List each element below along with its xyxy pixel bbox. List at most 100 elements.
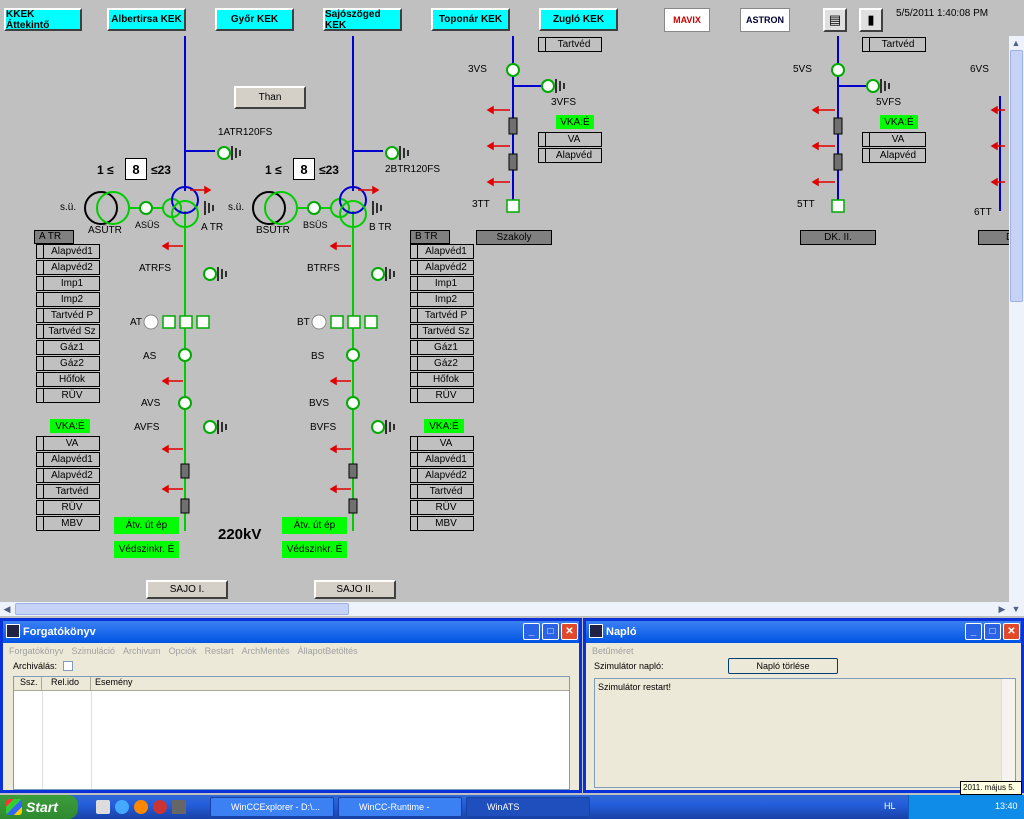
sajo-2-button[interactable]: SAJO II.	[314, 580, 396, 599]
maximize-icon[interactable]: □	[984, 623, 1001, 640]
vka-b-item[interactable]: RÜV	[410, 500, 474, 515]
nav-sajoszoged[interactable]: Sajószöged KEK	[323, 8, 402, 31]
btr-stack-item[interactable]: Tartvéd P	[410, 308, 474, 323]
log-textarea[interactable]: Szimulátor restart!	[594, 678, 1016, 788]
atr-stack-item-label: Imp1	[60, 278, 84, 289]
task-winats[interactable]: WinATS	[466, 797, 590, 817]
firefox-icon[interactable]	[134, 800, 148, 814]
label-bs: BS	[311, 351, 325, 362]
quicklaunch-icon[interactable]	[172, 800, 186, 814]
atr-stack-item[interactable]: Hőfok	[36, 372, 100, 387]
col-relido[interactable]: Rel.ido	[42, 677, 91, 690]
vertical-scrollbar[interactable]: ▲ ▼	[1009, 36, 1024, 616]
clock[interactable]: 13:40	[995, 801, 1018, 811]
scroll-right-icon[interactable]: ▶	[995, 602, 1009, 616]
task-wincc-runtime[interactable]: WinCC-Runtime -	[338, 797, 462, 817]
btr-stack-item[interactable]: Gáz2	[410, 356, 474, 371]
tartved-5-top[interactable]: Tartvéd	[862, 37, 926, 52]
vka-a-item[interactable]: VA	[36, 436, 100, 451]
btr-stack-item[interactable]: Alapvéd2	[410, 260, 474, 275]
atr-stack-item[interactable]: Tartvéd Sz	[36, 324, 100, 339]
nav-zuglo[interactable]: Zugló KEK	[539, 8, 618, 31]
vka-a-item[interactable]: Tartvéd	[36, 484, 100, 499]
menu-item[interactable]: Forgatókönyv	[9, 646, 64, 656]
btr-stack-item[interactable]: Alapvéd1	[410, 244, 474, 259]
task-wincc-explorer[interactable]: WinCCExplorer - D:\...	[210, 797, 334, 817]
vka-b-item[interactable]: VA	[410, 436, 474, 451]
media-player-icon[interactable]	[153, 800, 167, 814]
show-desktop-icon[interactable]	[96, 800, 110, 814]
scroll-left-icon[interactable]: ◀	[0, 602, 14, 616]
btr-stack-item[interactable]: Gáz1	[410, 340, 474, 355]
menu-item[interactable]: Archivum	[123, 646, 161, 656]
tap-a-value[interactable]: 8	[125, 158, 147, 180]
minimize-icon[interactable]: _	[523, 623, 540, 640]
label-bvfs: BVFS	[310, 422, 337, 433]
close-icon[interactable]: ✕	[561, 623, 578, 640]
atr-stack-item[interactable]: Gáz2	[36, 356, 100, 371]
exit-door-icon[interactable]: ▮	[859, 8, 883, 32]
atr-stack-item[interactable]: RÜV	[36, 388, 100, 403]
vka-3-item[interactable]: VA	[538, 132, 602, 147]
atr-stack-item[interactable]: Imp1	[36, 276, 100, 291]
menu-item[interactable]: ArchMentés	[242, 646, 290, 656]
bay-dk-button[interactable]: DK. II.	[800, 230, 876, 245]
vka-b-item[interactable]: Alapvéd1	[410, 452, 474, 467]
btr-stack-item[interactable]: Imp2	[410, 292, 474, 307]
nav-toponar[interactable]: Toponár KEK	[431, 8, 510, 31]
menu-item[interactable]: Restart	[205, 646, 234, 656]
start-button[interactable]: Start	[0, 795, 78, 819]
naplo-torlese-button[interactable]: Napló törlése	[728, 658, 838, 674]
vertical-scroll-thumb[interactable]	[1010, 50, 1023, 302]
archivalas-checkbox[interactable]	[63, 661, 74, 671]
printer-icon[interactable]: ▤	[823, 8, 847, 32]
nav-kkek-attekinto[interactable]: KKEK Áttekintő	[4, 8, 82, 31]
vka-a-item[interactable]: MBV	[36, 516, 100, 531]
vka-3-item[interactable]: Alapvéd	[538, 148, 602, 163]
maximize-icon[interactable]: □	[542, 623, 559, 640]
than-button[interactable]: Than	[234, 86, 306, 109]
atr-stack-item[interactable]: Alapvéd1	[36, 244, 100, 259]
ie-icon[interactable]	[115, 800, 129, 814]
vka-b-item[interactable]: Tartvéd	[410, 484, 474, 499]
atr-stack-item[interactable]: Tartvéd P	[36, 308, 100, 323]
atr-stack-item[interactable]: Gáz1	[36, 340, 100, 355]
bay-d-button[interactable]: D	[978, 230, 1011, 245]
nav-albertirsa[interactable]: Albertirsa KEK	[107, 8, 186, 31]
vka-a-item[interactable]: Alapvéd2	[36, 468, 100, 483]
col-esemeny[interactable]: Esemény	[91, 677, 569, 690]
vka-b-item[interactable]: Alapvéd2	[410, 468, 474, 483]
vka-a-item[interactable]: RÜV	[36, 500, 100, 515]
sajo-1-button[interactable]: SAJO I.	[146, 580, 228, 599]
atr-stack-item[interactable]: Alapvéd2	[36, 260, 100, 275]
close-icon[interactable]: ✕	[1003, 623, 1020, 640]
vka-a-item[interactable]: Alapvéd1	[36, 452, 100, 467]
forgatokonyv-titlebar[interactable]: Forgatókönyv _ □ ✕	[3, 621, 579, 643]
log-scrollbar[interactable]	[1001, 679, 1015, 787]
scroll-up-icon[interactable]: ▲	[1009, 36, 1023, 50]
tartved-3-top[interactable]: Tartvéd	[538, 37, 602, 52]
label-6vs: 6VS	[970, 64, 989, 75]
naplo-titlebar[interactable]: Napló _ □ ✕	[586, 621, 1021, 643]
btr-stack-item[interactable]: Hőfok	[410, 372, 474, 387]
vka-5-item[interactable]: Alapvéd	[862, 148, 926, 163]
atr-stack-item[interactable]: Imp2	[36, 292, 100, 307]
bay-szakoly-button[interactable]: Szakoly	[476, 230, 552, 245]
tap-b-value[interactable]: 8	[293, 158, 315, 180]
btr-stack-item[interactable]: RÜV	[410, 388, 474, 403]
menu-item[interactable]: ÁllapotBetöltés	[298, 646, 358, 656]
menu-item[interactable]: Opciók	[169, 646, 197, 656]
horizontal-scroll-thumb[interactable]	[15, 603, 349, 615]
nav-gyor[interactable]: Győr KEK	[215, 8, 294, 31]
language-indicator[interactable]: HL	[884, 801, 896, 811]
menu-betumeret[interactable]: Betűméret	[592, 646, 634, 656]
col-ssz[interactable]: Ssz.	[14, 677, 42, 690]
scroll-down-icon[interactable]: ▼	[1009, 602, 1023, 616]
btr-stack-item[interactable]: Tartvéd Sz	[410, 324, 474, 339]
horizontal-scrollbar[interactable]: ◀ ▶	[0, 602, 1010, 616]
vka-b-item[interactable]: MBV	[410, 516, 474, 531]
menu-item[interactable]: Szimuláció	[72, 646, 116, 656]
vka-5-item[interactable]: VA	[862, 132, 926, 147]
minimize-icon[interactable]: _	[965, 623, 982, 640]
btr-stack-item[interactable]: Imp1	[410, 276, 474, 291]
